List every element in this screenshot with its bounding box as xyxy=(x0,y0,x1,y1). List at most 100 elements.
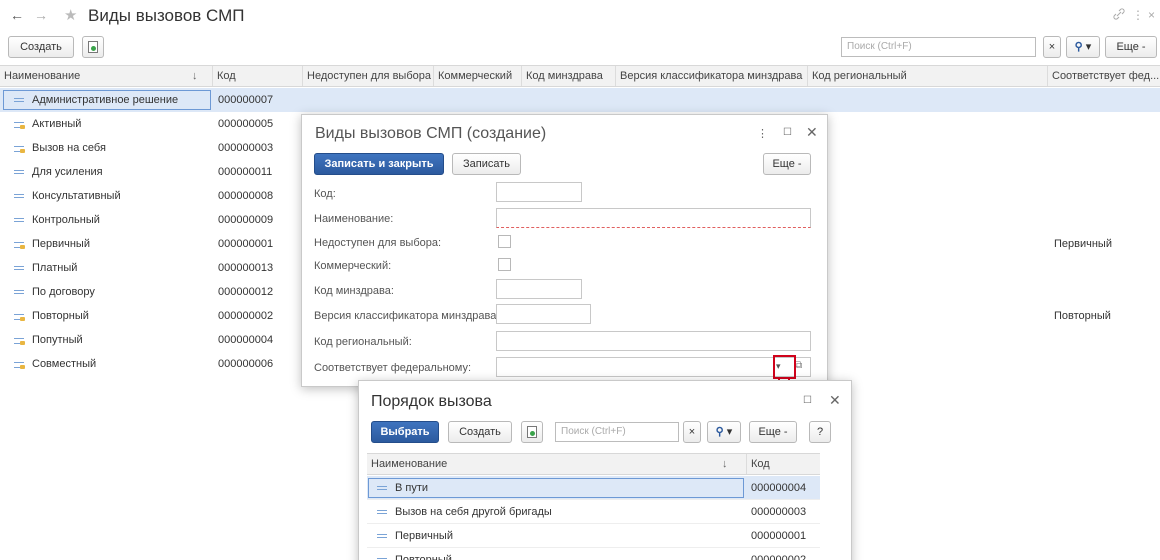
maximize-icon[interactable]: ☐ xyxy=(803,395,812,406)
save-and-close-button[interactable]: Записать и закрыть xyxy=(314,153,444,175)
column-classifier[interactable]: Версия классификатора минздрава xyxy=(616,66,808,86)
table-header: Наименование ↓ Код xyxy=(367,453,820,475)
element-icon xyxy=(377,510,387,515)
column-code[interactable]: Код xyxy=(213,66,303,86)
commercial-label: Коммерческий: xyxy=(314,260,392,272)
search-input[interactable]: Поиск (Ctrl+F) xyxy=(555,422,679,442)
search-input[interactable]: Поиск (Ctrl+F) xyxy=(841,37,1036,57)
link-icon[interactable] xyxy=(1113,8,1125,23)
close-icon[interactable]: × xyxy=(1148,8,1155,22)
column-unavailable[interactable]: Недоступен для выбора xyxy=(303,66,434,86)
row-code: 000000011 xyxy=(218,166,273,178)
row-name: Контрольный xyxy=(32,214,100,226)
commercial-checkbox[interactable] xyxy=(498,258,511,271)
code-field[interactable] xyxy=(496,182,582,202)
row-name-cell: Попутный xyxy=(14,328,83,352)
row-name-cell: Первичный xyxy=(377,524,453,548)
column-code[interactable]: Код xyxy=(747,454,820,474)
element-icon xyxy=(377,534,387,539)
row-code: 000000004 xyxy=(218,334,274,346)
list-item[interactable]: Повторный 000000002 xyxy=(367,548,820,560)
list-item[interactable]: Первичный 000000001 xyxy=(367,524,820,548)
more-button[interactable]: Еще - xyxy=(1105,36,1157,58)
row-name: По договору xyxy=(32,286,95,298)
regional-field[interactable] xyxy=(496,331,811,351)
more-button[interactable]: Еще - xyxy=(763,153,811,175)
save-button[interactable]: Записать xyxy=(452,153,521,175)
unavailable-checkbox[interactable] xyxy=(498,235,511,248)
create-button[interactable]: Создать xyxy=(448,421,512,443)
row-name-cell: Повторный xyxy=(377,548,452,560)
row-name: Для усиления xyxy=(32,166,103,178)
row-code: 000000001 xyxy=(751,530,807,542)
column-federal[interactable]: Соответствует фед... xyxy=(1048,66,1160,86)
row-name-cell: Вызов на себя xyxy=(14,136,106,160)
federal-field[interactable]: ▾ ⧉ xyxy=(496,357,811,377)
element-icon xyxy=(14,218,24,223)
clear-search-button[interactable]: × xyxy=(1043,36,1061,58)
row-name-cell: Первичный xyxy=(14,232,90,256)
folder-icon xyxy=(14,241,25,249)
column-mz-code[interactable]: Код минздрава xyxy=(522,66,616,86)
close-icon[interactable]: ✕ xyxy=(806,124,818,141)
table-header: Наименование ↓ Код Недоступен для выбора … xyxy=(0,65,1160,87)
row-code: 000000002 xyxy=(751,554,807,560)
row-name-cell: Платный xyxy=(14,256,77,280)
more-button[interactable]: Еще - xyxy=(749,421,797,443)
list-item[interactable]: Вызов на себя другой бригады 000000003 xyxy=(367,500,820,524)
search-icon: ⚲ xyxy=(1074,41,1083,53)
classifier-label: Версия классификатора минздрава: xyxy=(314,310,500,322)
help-button[interactable]: ? xyxy=(809,421,831,443)
row-code: 000000002 xyxy=(218,310,274,322)
row-code: 000000004 xyxy=(751,482,807,494)
column-regional[interactable]: Код региональный xyxy=(808,66,1048,86)
select-button[interactable]: Выбрать xyxy=(371,421,439,443)
search-button[interactable]: ⚲ ▾ xyxy=(707,421,741,443)
classifier-field[interactable] xyxy=(496,304,591,324)
element-icon xyxy=(14,290,24,295)
forward-arrow-icon[interactable]: → xyxy=(34,7,48,23)
regional-label: Код региональный: xyxy=(314,336,412,348)
folder-icon xyxy=(14,313,25,321)
maximize-icon[interactable]: ☐ xyxy=(783,127,792,138)
back-arrow-icon[interactable]: ← xyxy=(10,7,24,23)
row-federal: Повторный xyxy=(1054,310,1111,322)
column-name[interactable]: Наименование ↓ xyxy=(0,66,213,86)
row-name-cell: Административное решение xyxy=(14,88,178,112)
row-name-cell: Для усиления xyxy=(14,160,103,184)
table-row[interactable]: Административное решение 000000007 xyxy=(0,88,1160,112)
unavailable-label: Недоступен для выбора: xyxy=(314,237,442,249)
open-icon[interactable]: ⧉ xyxy=(795,360,802,371)
row-code: 000000003 xyxy=(218,142,274,154)
more-vertical-icon[interactable]: ⋮ xyxy=(1132,8,1144,22)
row-name: Повторный xyxy=(395,554,452,560)
close-icon[interactable]: ✕ xyxy=(829,392,841,409)
copy-button[interactable] xyxy=(82,36,104,58)
element-icon xyxy=(14,266,24,271)
row-name: Повторный xyxy=(32,310,89,322)
search-button[interactable]: ⚲ ▾ xyxy=(1066,36,1100,58)
column-name[interactable]: Наименование ↓ xyxy=(367,454,747,474)
mz-code-label: Код минздрава: xyxy=(314,285,394,297)
call-order-dialog: Порядок вызова ☐ ✕ Выбрать Создать Поиск… xyxy=(358,380,852,560)
more-vertical-icon[interactable]: ⋮ xyxy=(757,127,768,140)
copy-button[interactable] xyxy=(521,421,543,443)
row-code: 000000012 xyxy=(218,286,274,298)
row-code: 000000006 xyxy=(218,358,274,370)
row-name: Активный xyxy=(32,118,82,130)
row-code: 000000003 xyxy=(751,506,807,518)
row-code: 000000001 xyxy=(218,238,274,250)
clear-search-button[interactable]: × xyxy=(683,421,701,443)
row-name: Вызов на себя xyxy=(32,142,106,154)
row-name-cell: Активный xyxy=(14,112,81,136)
copy-doc-icon xyxy=(527,426,537,438)
row-federal: Первичный xyxy=(1054,238,1112,250)
mz-code-field[interactable] xyxy=(496,279,582,299)
row-name: Платный xyxy=(32,262,78,274)
list-item[interactable]: В пути 000000004 xyxy=(367,476,820,500)
create-button[interactable]: Создать xyxy=(8,36,74,58)
favorite-star-icon[interactable]: ★ xyxy=(64,6,77,24)
name-field[interactable] xyxy=(496,208,811,228)
column-commercial[interactable]: Коммерческий xyxy=(434,66,522,86)
row-name: Попутный xyxy=(32,334,83,346)
